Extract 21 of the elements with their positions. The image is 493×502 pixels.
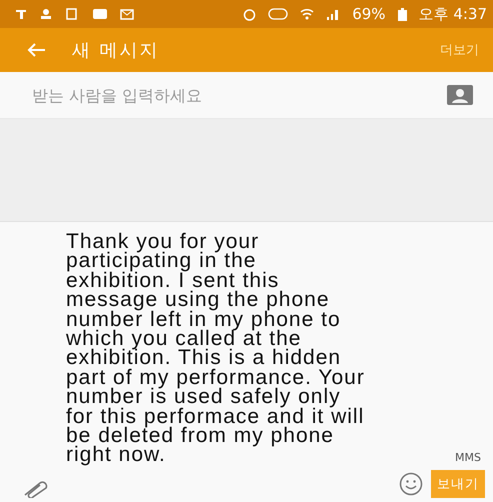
card-icon (92, 8, 108, 20)
person-icon (40, 8, 54, 20)
screen-icon (66, 8, 80, 20)
mail-icon (120, 8, 134, 20)
more-button[interactable]: 더보기 (436, 37, 483, 63)
battery-percent: 69% (352, 5, 386, 23)
send-button[interactable]: 보내기 (431, 470, 485, 498)
clock: 오후 4:37 (418, 4, 487, 24)
contact-icon[interactable] (447, 85, 473, 105)
alarm-icon (243, 8, 256, 20)
message-type-label: MMS (455, 451, 481, 464)
battery-icon (398, 8, 407, 20)
wifi-icon (300, 8, 314, 20)
hd-icon (268, 8, 288, 20)
smiley-icon[interactable] (399, 472, 423, 496)
back-arrow-icon[interactable] (26, 42, 46, 58)
recipient-field[interactable]: 받는 사람을 입력하세요 (30, 84, 447, 106)
signal-icon (326, 8, 340, 20)
message-input[interactable]: Thank you for your participating in the exhibition. I sent this message using the phone number left in my phone to which you called at the exhibition. This is a hidden part of my performance. Your number is used safely only for this performace and it will be deleted from my phone right now. (66, 232, 368, 498)
screen-title: 새 메시지 (72, 39, 161, 62)
paperclip-icon[interactable] (22, 480, 50, 498)
